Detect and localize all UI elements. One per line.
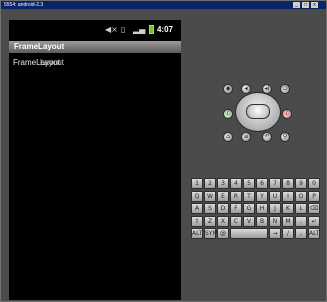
key[interactable]: O [295, 190, 307, 202]
key[interactable]: I [282, 190, 294, 202]
key[interactable]: V [243, 215, 255, 227]
key[interactable]: 0 [308, 178, 320, 189]
status-time: 4:07 [156, 25, 173, 34]
key[interactable]: / [282, 228, 294, 239]
frame-text-b: Layout [40, 58, 65, 67]
key[interactable]: S [204, 203, 216, 214]
key[interactable]: ALT [191, 228, 203, 239]
key[interactable]: L [295, 203, 307, 214]
key[interactable]: P [308, 190, 320, 202]
key[interactable]: 7 [269, 178, 281, 189]
key[interactable]: 4 [230, 178, 242, 189]
frame-content: FrameLayout Layout [13, 58, 64, 67]
key[interactable]: H [256, 203, 268, 214]
key[interactable]: ALT [308, 228, 320, 239]
key[interactable]: 6 [256, 178, 268, 189]
key[interactable]: N [269, 215, 281, 227]
key[interactable]: U [269, 190, 281, 202]
key[interactable]: @ [217, 228, 229, 239]
key[interactable]: W [204, 190, 216, 202]
key[interactable]: ⌫ [308, 203, 320, 214]
camera-icon[interactable]: ◉ [223, 84, 233, 94]
sim-missing-icon: ▯ [121, 25, 126, 34]
call-icon[interactable]: ✆ [223, 109, 233, 119]
key[interactable]: E [217, 190, 229, 202]
hardware-keyboard: 1 2 3 4 5 6 7 8 9 0 Q W E R T Y U I O P A S D F G H J K L ⌫ ⇧ Z X C V B N M. ↵… [191, 178, 323, 241]
key[interactable]: 3 [217, 178, 229, 189]
menu-icon[interactable]: ≡ [241, 132, 251, 142]
key[interactable]: F [230, 203, 242, 214]
key[interactable]: 2 [204, 178, 216, 189]
key[interactable]: , [295, 228, 307, 239]
key[interactable]: 9 [295, 178, 307, 189]
key[interactable]: C [230, 215, 242, 227]
key[interactable]: D [217, 203, 229, 214]
window-titlebar[interactable]: 5554: android-2.3 _ □ x [1, 1, 326, 9]
key[interactable]: J [269, 203, 281, 214]
window-title: 5554: android-2.3 [4, 2, 44, 8]
status-bar: ◀× ▯ ▂▄ 4:07 [9, 20, 181, 40]
key[interactable]: 1 [191, 178, 203, 189]
mute-icon: ◀× [105, 25, 118, 34]
key[interactable]: K [282, 203, 294, 214]
emulator-window: 5554: android-2.3 _ □ x ◀× ▯ ▂▄ 4:07 Fra… [0, 0, 327, 302]
dpad-center-button[interactable] [246, 104, 270, 119]
emulator-body: ◀× ▯ ▂▄ 4:07 FrameLayout FrameLayout Lay… [1, 9, 326, 301]
maximize-button[interactable]: □ [302, 2, 309, 8]
battery-icon [149, 25, 154, 34]
key[interactable]: . [295, 215, 307, 227]
key[interactable]: Y [256, 190, 268, 202]
key[interactable]: G [243, 203, 255, 214]
key[interactable]: → [269, 228, 281, 239]
app-title-bar: FrameLayout [9, 41, 181, 53]
key[interactable]: Q [191, 190, 203, 202]
search-icon[interactable]: ⚲ [280, 132, 290, 142]
close-button[interactable]: x [311, 2, 318, 8]
key[interactable]: 5 [243, 178, 255, 189]
key[interactable]: 8 [282, 178, 294, 189]
minimize-button[interactable]: _ [293, 2, 300, 8]
key[interactable]: R [230, 190, 242, 202]
home-icon[interactable]: ⌂ [223, 132, 233, 142]
key[interactable]: T [243, 190, 255, 202]
space-key[interactable] [230, 228, 268, 239]
key[interactable]: B [256, 215, 268, 227]
key[interactable]: ⇧ [191, 215, 203, 227]
key[interactable]: A [191, 203, 203, 214]
power-icon[interactable]: ⏻ [280, 84, 290, 94]
key[interactable]: Z [204, 215, 216, 227]
phone-screen[interactable]: ◀× ▯ ▂▄ 4:07 FrameLayout FrameLayout Lay… [9, 20, 181, 300]
key[interactable]: X [217, 215, 229, 227]
key[interactable]: SYM [204, 228, 218, 239]
back-icon[interactable]: ↶ [262, 132, 272, 142]
key[interactable]: ↵ [308, 215, 320, 227]
app-title: FrameLayout [14, 42, 65, 51]
signal-icon: ▂▄ [133, 25, 146, 34]
end-call-icon[interactable]: ✆ [282, 109, 292, 119]
key[interactable]: M [282, 215, 294, 227]
